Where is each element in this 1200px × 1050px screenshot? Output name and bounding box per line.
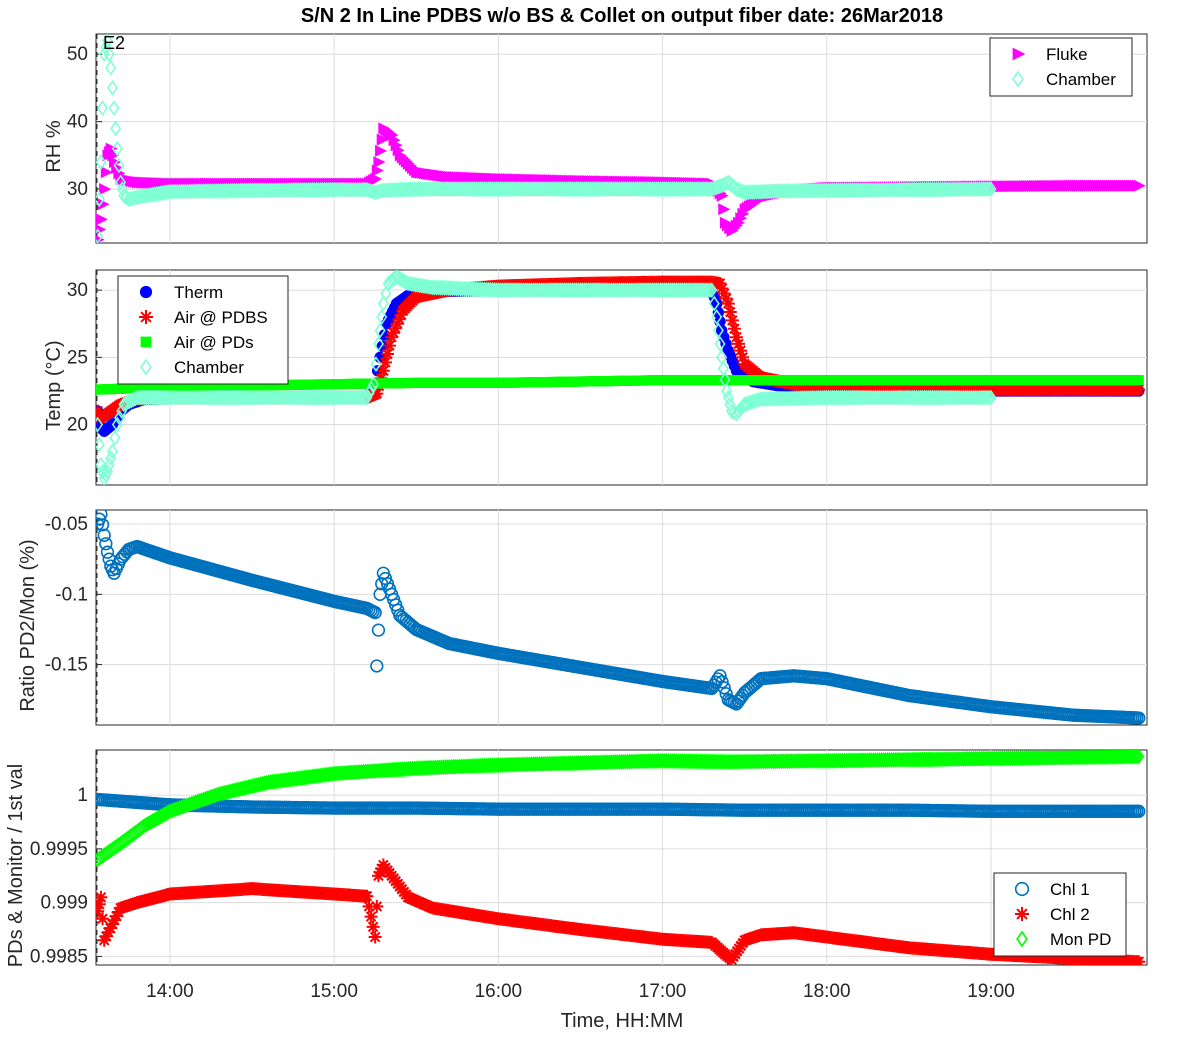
x-tick-label: 19:00 — [967, 981, 1015, 1002]
x-tick-label: 16:00 — [475, 981, 523, 1002]
ratio-y-tick-label: -0.1 — [55, 584, 88, 605]
temp-legend: Therm Air @ PDBS Air @ PDs Chamber — [117, 275, 289, 385]
temp-legend-label: Air @ PDBS — [174, 308, 268, 327]
x-tick-label: 17:00 — [639, 981, 687, 1002]
pds-y-tick-label: 0.9985 — [30, 946, 88, 967]
x-tick-label: 18:00 — [803, 981, 851, 1002]
temp-y-tick-label: 20 — [67, 415, 88, 436]
rh-y-tick-label: 40 — [67, 112, 88, 133]
temp-data-point — [1133, 375, 1144, 386]
rh-legend-label: Fluke — [1046, 45, 1088, 64]
ratio-y-tick-label: -0.15 — [45, 655, 88, 676]
ratio-axes: -0.15 -0.1 -0.05 Ratio PD2/Mon (%) — [17, 509, 1148, 726]
pds-data-point — [370, 899, 384, 913]
rh-y-axis-label: RH % — [43, 120, 65, 172]
x-tick-label: 15:00 — [310, 981, 358, 1002]
temp-legend-label: Chamber — [174, 358, 244, 377]
rh-legend: Fluke Chamber — [989, 37, 1133, 97]
temp-axes: 20 25 30 Temp (°C) Therm Air @ PDBS Air @ PDs C… — [43, 269, 1148, 486]
ratio-y-axis-label: Ratio PD2/Mon (%) — [17, 539, 39, 711]
temp-y-axis-label: Temp (°C) — [43, 340, 65, 430]
rh-plot-area — [95, 33, 1148, 244]
pds-y-tick-label: 0.9995 — [30, 839, 88, 860]
pds-data-point — [364, 910, 378, 924]
ratio-plot-area — [95, 509, 1148, 726]
rh-axes: 30 40 50 RH % Fluke Chamber — [43, 33, 1148, 244]
pds-data-point — [1132, 955, 1146, 965]
pds-data-point — [366, 920, 380, 934]
ratio-y-tick-label: -0.05 — [45, 514, 88, 535]
pds-y-tick-label: 1 — [77, 785, 88, 806]
temp-y-tick-label: 25 — [67, 347, 88, 368]
temp-legend-marker — [139, 285, 153, 299]
rh-legend-label: Chamber — [1046, 70, 1116, 89]
x-tick-label: 14:00 — [146, 981, 194, 1002]
pds-data-point — [368, 930, 382, 944]
figure-title: S/N 2 In Line PDBS w/o BS & Collet on ou… — [301, 5, 943, 27]
temp-legend-marker — [140, 336, 152, 348]
pds-y-tick-label: 0.999 — [40, 893, 88, 914]
figure: S/N 2 In Line PDBS w/o BS & Collet on ou… — [5, 5, 1148, 1032]
pds-y-axis-label: PDs & Monitor / 1st val — [5, 764, 27, 967]
pds-axes: 0.9985 0.999 0.9995 1 14:00 15:00 16:00 17:00 18… — [5, 749, 1148, 1002]
temp-y-tick-label: 30 — [67, 280, 88, 301]
temp-legend-label: Air @ PDs — [174, 333, 254, 352]
pds-data-point — [360, 889, 374, 903]
rh-y-tick-label: 50 — [67, 44, 88, 65]
temp-legend-marker — [139, 310, 153, 324]
rh-y-tick-label: 30 — [67, 179, 88, 200]
pds-data-point — [96, 890, 108, 904]
temp-legend-label: Therm — [174, 283, 223, 302]
